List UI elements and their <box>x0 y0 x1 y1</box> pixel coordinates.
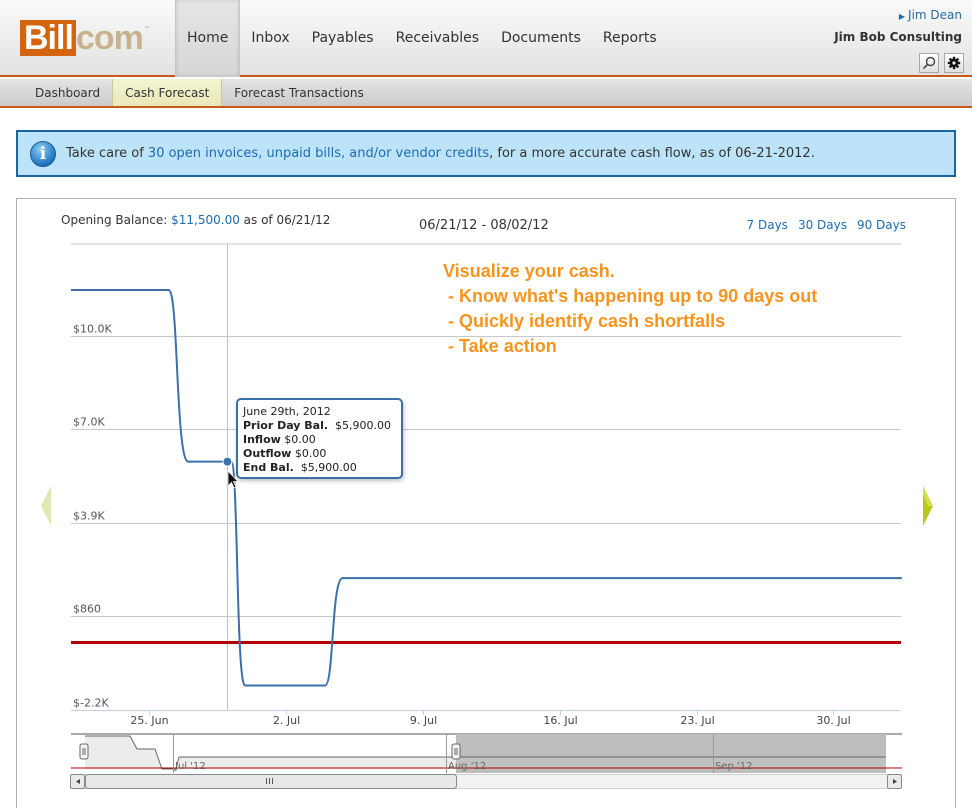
promo-text: Visualize your cash. - Know what's happe… <box>443 261 817 356</box>
x-tick-label: 2. Jul <box>273 714 300 727</box>
tooltip-value: $0.00 <box>284 433 316 446</box>
x-tick-label: 25. Jun <box>130 714 168 727</box>
promo-line: - Take action <box>443 336 557 356</box>
navigator-scrollbar-thumb[interactable] <box>85 774 457 789</box>
y-tick-label: $-2.2K <box>73 697 109 710</box>
tooltip-label: Inflow <box>243 433 281 446</box>
y-tick-label: $3.9K <box>73 510 105 523</box>
tooltip-label: End Bal. <box>243 461 294 474</box>
promo-line: Visualize your cash. <box>443 261 615 281</box>
tooltip-label: Prior Day Bal. <box>243 419 329 432</box>
cash-forecast-chart: $10.0K $7.0K $3.9K $860 $-2.2K 25. Jun 2. Jul… <box>70 243 902 789</box>
handle-body[interactable] <box>451 743 461 760</box>
navigator-month-label: Sep '12 <box>715 761 753 772</box>
tooltip-row: End Bal. $5,900.00 <box>243 461 396 475</box>
y-axis-labels: $10.0K $7.0K $3.9K $860 $-2.2K <box>73 323 112 710</box>
tooltip-value: $0.00 <box>294 447 327 460</box>
scrollbar-thumb-body[interactable] <box>85 774 457 789</box>
y-tick-label: $10.0K <box>73 323 112 336</box>
previous-period-arrow[interactable] <box>39 484 53 528</box>
data-tooltip: June 29th, 2012 Prior Day Bal. $5,900.00… <box>236 398 403 479</box>
chevron-left-icon <box>41 486 51 526</box>
x-tick-label: 16. Jul <box>543 714 577 727</box>
tooltip-value: $5,900.00 <box>335 419 392 432</box>
y-tick-label: $7.0K <box>73 416 105 429</box>
hover-point-marker[interactable] <box>222 456 233 467</box>
tooltip-row: Inflow $0.00 <box>243 433 396 447</box>
y-tick-label: $860 <box>73 603 101 616</box>
scroll-left-button[interactable] <box>70 774 85 789</box>
range-navigator: Jul '12 Aug '12 Sep '12 <box>70 733 902 789</box>
promo-line: - Know what's happening up to 90 days ou… <box>443 286 817 306</box>
tooltip-row: Prior Day Bal. $5,900.00 <box>243 419 396 433</box>
scroll-right-button[interactable] <box>887 774 902 789</box>
promo-line: - Quickly identify cash shortfalls <box>443 311 725 331</box>
next-period-arrow[interactable] <box>921 484 935 528</box>
handle-body[interactable] <box>79 743 89 760</box>
x-tick-label: 30. Jul <box>816 714 850 727</box>
navigator-month-label: Jul '12 <box>174 761 206 772</box>
tooltip-label: Outflow <box>243 447 292 460</box>
tooltip-value: $5,900.00 <box>300 461 357 474</box>
tooltip-date: June 29th, 2012 <box>243 405 331 418</box>
navigator-handle[interactable] <box>79 743 89 760</box>
x-tick-label: 9. Jul <box>410 714 437 727</box>
x-axis: 25. Jun 2. Jul 9. Jul 16. Jul 23. Jul 30. Jul <box>130 710 851 727</box>
navigator-month-label: Aug '12 <box>448 761 486 772</box>
tooltip-row: Outflow $0.00 <box>243 447 396 461</box>
x-tick-label: 23. Jul <box>680 714 714 727</box>
navigator-handle[interactable] <box>451 743 461 760</box>
